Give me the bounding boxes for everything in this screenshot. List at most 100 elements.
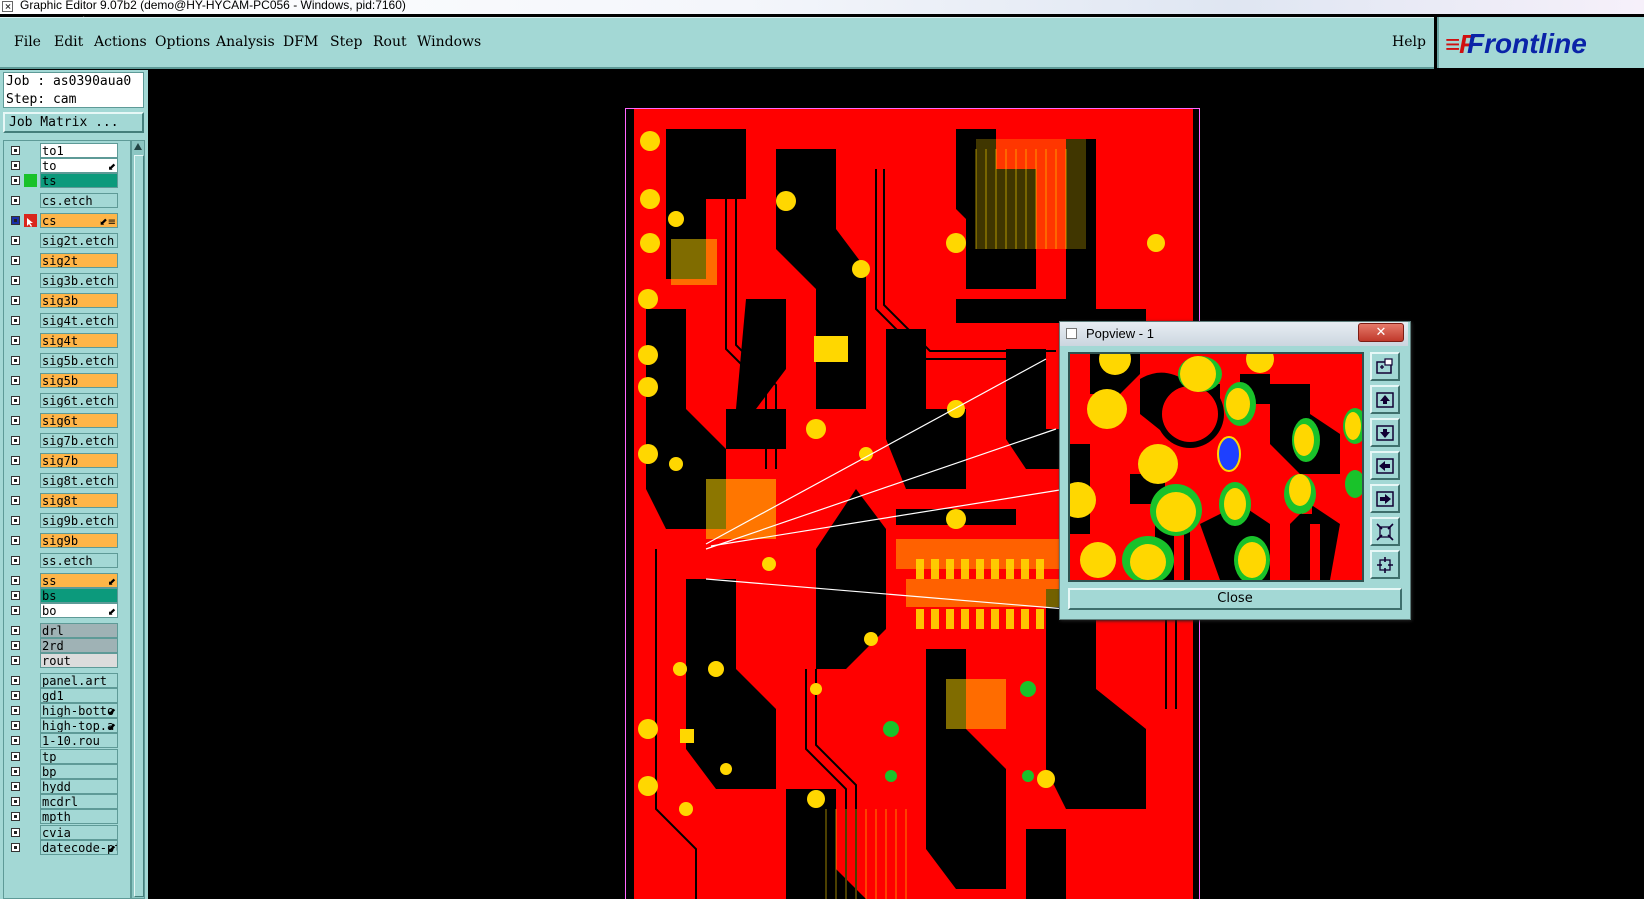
menu-dfm[interactable]: DFM [283, 34, 318, 50]
layer-checkbox[interactable] [11, 496, 20, 505]
layer-checkbox[interactable] [11, 626, 20, 635]
layer-name[interactable]: 2rd [40, 638, 118, 653]
layer-name[interactable]: high-botto ⬋ [40, 703, 118, 718]
menu-actions[interactable]: Actions [94, 34, 147, 50]
pan-down-button[interactable] [1370, 418, 1400, 447]
menu-windows[interactable]: Windows [417, 34, 481, 50]
layer-row[interactable]: mpth [6, 809, 130, 824]
menu-options[interactable]: Options [155, 34, 210, 50]
layer-checkbox[interactable] [11, 216, 20, 225]
layer-row[interactable]: sig2t [6, 253, 130, 268]
layer-name[interactable]: panel.art [40, 673, 118, 688]
layer-checkbox[interactable] [11, 721, 20, 730]
layer-name[interactable]: tp [40, 749, 118, 764]
layer-row[interactable]: sig8t.etch [6, 473, 130, 488]
layer-name[interactable]: mcdrl [40, 794, 118, 809]
layer-checkbox[interactable] [11, 376, 20, 385]
layer-checkbox[interactable] [11, 276, 20, 285]
scroll-thumb[interactable] [134, 155, 144, 897]
layer-checkbox[interactable] [11, 706, 20, 715]
layer-checkbox[interactable] [11, 256, 20, 265]
layer-row[interactable]: drl [6, 623, 130, 638]
layer-checkbox[interactable] [11, 843, 20, 852]
menu-analysis[interactable]: Analysis [216, 34, 275, 50]
layer-name[interactable]: to1 [40, 143, 118, 158]
layer-row[interactable]: bs [6, 588, 130, 603]
layer-row[interactable]: cs.etch [6, 193, 130, 208]
layer-name[interactable]: sig7b.etch [40, 433, 118, 448]
layer-checkbox[interactable] [11, 456, 20, 465]
layer-row[interactable]: sig4t [6, 333, 130, 348]
layer-row[interactable]: mcdrl [6, 794, 130, 809]
popview-close-button[interactable]: Close [1068, 588, 1402, 610]
menu-rout[interactable]: Rout [373, 34, 407, 50]
layer-name[interactable]: datecode-pt ⬋ [40, 840, 118, 855]
layer-name[interactable]: sig2t [40, 253, 118, 268]
layer-checkbox[interactable] [11, 797, 20, 806]
pan-left-button[interactable] [1370, 451, 1400, 480]
layer-checkbox[interactable] [11, 416, 20, 425]
layer-checkbox[interactable] [11, 161, 20, 170]
layer-row[interactable]: ss.etch [6, 553, 130, 568]
layer-list-scrollbar[interactable] [131, 140, 145, 899]
layer-checkbox[interactable] [11, 196, 20, 205]
layer-checkbox[interactable] [11, 782, 20, 791]
layer-row[interactable]: to ⬋ [6, 158, 130, 173]
layer-checkbox[interactable] [11, 516, 20, 525]
layer-name[interactable]: to ⬋ [40, 158, 118, 173]
layer-checkbox[interactable] [11, 752, 20, 761]
layer-row[interactable]: bp [6, 764, 130, 779]
layer-name[interactable]: bs [40, 588, 118, 603]
layer-name[interactable]: cs.etch [40, 193, 118, 208]
layer-checkbox[interactable] [11, 236, 20, 245]
layer-row[interactable]: sig5b [6, 373, 130, 388]
layer-row[interactable]: sig9b [6, 533, 130, 548]
layer-name[interactable]: sig3b [40, 293, 118, 308]
layer-row[interactable]: sig6t [6, 413, 130, 428]
layer-row[interactable]: sig7b.etch [6, 433, 130, 448]
layer-name[interactable]: sig2t.etch [40, 233, 118, 248]
layer-checkbox[interactable] [11, 736, 20, 745]
layer-checkbox[interactable] [11, 396, 20, 405]
layer-checkbox[interactable] [11, 591, 20, 600]
layer-row[interactable]: datecode-pt ⬋ [6, 840, 130, 855]
layer-row[interactable]: tp [6, 749, 130, 764]
layer-name[interactable]: drl [40, 623, 118, 638]
layer-row[interactable]: gd1 [6, 688, 130, 703]
layer-checkbox[interactable] [11, 676, 20, 685]
layer-checkbox[interactable] [11, 536, 20, 545]
layer-row[interactable]: to1 [6, 143, 130, 158]
menu-help[interactable]: Help [1392, 34, 1426, 50]
layer-name[interactable]: sig5b.etch [40, 353, 118, 368]
layer-name[interactable]: sig8t.etch [40, 473, 118, 488]
layer-checkbox[interactable] [11, 767, 20, 776]
layer-checkbox[interactable] [11, 336, 20, 345]
layer-name[interactable]: cs ⬋≡ [40, 213, 118, 228]
layer-row[interactable]: hydd [6, 779, 130, 794]
layer-row[interactable]: sig2t.etch [6, 233, 130, 248]
popview-window[interactable]: Popview - 1 ✕ Close [1059, 321, 1411, 620]
popview-zoom-view[interactable] [1068, 352, 1364, 582]
layer-row[interactable]: ts [6, 173, 130, 188]
layer-row[interactable]: bo ⬋ [6, 603, 130, 618]
layer-checkbox[interactable] [11, 296, 20, 305]
layer-name[interactable]: mpth [40, 809, 118, 824]
layer-name[interactable]: gd1 [40, 688, 118, 703]
layer-row[interactable]: sig3b [6, 293, 130, 308]
layer-row[interactable]: cvia [6, 825, 130, 840]
layer-checkbox[interactable] [11, 812, 20, 821]
layer-row[interactable]: sig6t.etch [6, 393, 130, 408]
layer-row[interactable]: 1-10.rou [6, 733, 130, 748]
layer-checkbox[interactable] [11, 606, 20, 615]
layer-name[interactable]: sig6t [40, 413, 118, 428]
layer-checkbox[interactable] [11, 436, 20, 445]
layer-checkbox[interactable] [11, 176, 20, 185]
layer-row[interactable]: ss ⬋ [6, 573, 130, 588]
layer-row[interactable]: sig7b [6, 453, 130, 468]
layer-checkbox[interactable] [11, 828, 20, 837]
layer-name[interactable]: high-top.a ⬋ [40, 718, 118, 733]
layer-row[interactable]: cs ⬋≡ [6, 213, 130, 228]
layer-name[interactable]: sig9b.etch [40, 513, 118, 528]
layer-checkbox[interactable] [11, 691, 20, 700]
layer-name[interactable]: sig9b [40, 533, 118, 548]
